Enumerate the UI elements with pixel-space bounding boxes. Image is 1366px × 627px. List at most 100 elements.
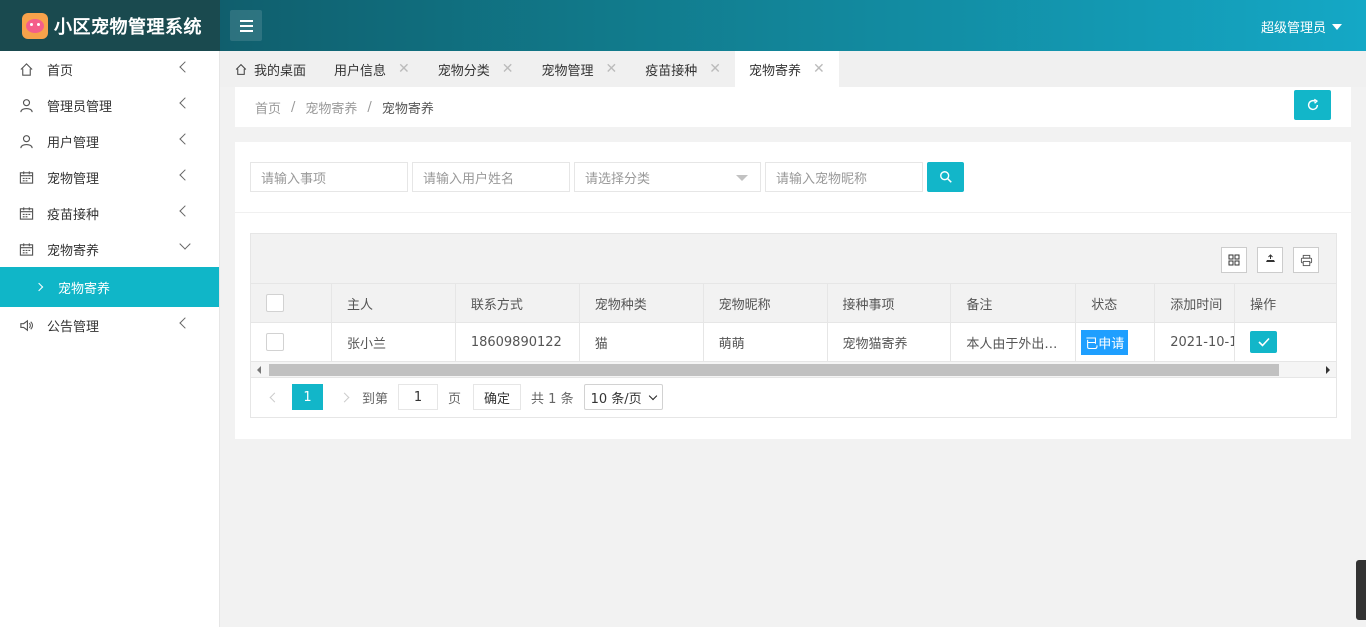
tab-pet-manage[interactable]: 宠物管理 ✕: [528, 51, 632, 87]
breadcrumb-separator: /: [367, 99, 372, 115]
sidebar-item-admin[interactable]: 管理员管理: [0, 87, 219, 123]
tab-label: 宠物分类: [437, 63, 490, 79]
side-widget[interactable]: [1356, 560, 1366, 620]
chevron-left-icon: [179, 61, 191, 73]
chevron-down-icon: [648, 391, 657, 400]
sidebar-item-boarding[interactable]: 宠物寄养: [0, 231, 219, 267]
header-item[interactable]: 接种事项: [828, 284, 952, 322]
pagination: 1 到第 1 页 确定 共 1 条 10 条/页: [251, 378, 1336, 416]
print-button[interactable]: [1293, 247, 1319, 273]
tab-desktop[interactable]: 我的桌面: [220, 51, 320, 87]
menu-toggle-button[interactable]: [230, 10, 262, 41]
cell-note: 本人由于外出…: [951, 323, 1077, 361]
page-size-select[interactable]: 10 条/页: [583, 384, 663, 410]
cell-phone: 18609890122: [456, 323, 580, 361]
cell-actions: [1235, 323, 1336, 361]
tab-pet-category[interactable]: 宠物分类 ✕: [424, 51, 528, 87]
header-status[interactable]: 状态: [1076, 284, 1156, 322]
tab-boarding[interactable]: 宠物寄养 ✕: [735, 51, 839, 87]
app-logo[interactable]: 小区宠物管理系统: [0, 0, 220, 51]
header-owner[interactable]: 主人: [332, 284, 456, 322]
calendar-icon: [19, 242, 34, 256]
dropdown-arrow-icon: [736, 175, 748, 181]
select-all-cell: [251, 284, 332, 322]
breadcrumb: 首页 / 宠物寄养 / 宠物寄养: [235, 87, 1351, 127]
refresh-icon: [1307, 98, 1318, 111]
prev-page-icon[interactable]: [269, 392, 280, 402]
app-title: 小区宠物管理系统: [54, 16, 202, 38]
breadcrumb-home[interactable]: 首页: [255, 98, 281, 117]
item-search-input[interactable]: 请输入事项: [250, 162, 408, 192]
header-time[interactable]: 添加时间: [1155, 284, 1236, 322]
username-search-input[interactable]: 请输入用户姓名: [412, 162, 570, 192]
sidebar-item-vaccine[interactable]: 疫苗接种: [0, 195, 219, 231]
tab-label: 宠物寄养: [749, 63, 802, 79]
category-select[interactable]: 请选择分类: [574, 162, 761, 192]
chevron-left-icon: [179, 205, 191, 217]
sidebar-item-label: 疫苗接种: [47, 207, 100, 223]
header-phone[interactable]: 联系方式: [456, 284, 580, 322]
sidebar-item-label: 宠物寄养: [47, 243, 100, 259]
cell-status: 已申请: [1076, 323, 1156, 361]
scroll-right-icon[interactable]: [1326, 366, 1330, 374]
header-note[interactable]: 备注: [951, 284, 1077, 322]
breadcrumb-parent[interactable]: 宠物寄养: [305, 98, 357, 117]
tab-label: 宠物管理: [541, 63, 594, 79]
petname-search-input[interactable]: 请输入宠物昵称: [765, 162, 923, 192]
top-header: 小区宠物管理系统 超级管理员: [0, 0, 1366, 51]
sidebar-item-users[interactable]: 用户管理: [0, 123, 219, 159]
next-page-icon[interactable]: [339, 392, 350, 402]
page-jump-input[interactable]: 1: [398, 384, 439, 410]
header-pet-type[interactable]: 宠物种类: [580, 284, 704, 322]
sidebar-item-home[interactable]: 首页: [0, 51, 219, 87]
close-icon[interactable]: ✕: [606, 61, 618, 77]
search-form: 请输入事项 请输入用户姓名 请选择分类 请输入宠物昵称: [250, 162, 964, 192]
user-menu[interactable]: 超级管理员: [1261, 17, 1342, 36]
sidebar-item-label: 管理员管理: [47, 99, 113, 115]
table-toolbar: [251, 234, 1336, 284]
cell-time: 2021-10-14: [1155, 323, 1236, 361]
search-button[interactable]: [927, 162, 964, 192]
calendar-icon: [19, 170, 34, 184]
select-all-checkbox[interactable]: [266, 294, 284, 312]
close-icon[interactable]: ✕: [398, 61, 410, 77]
cell-pet-type: 猫: [580, 323, 704, 361]
approve-button[interactable]: [1250, 331, 1278, 353]
close-icon[interactable]: ✕: [709, 61, 721, 77]
close-icon[interactable]: ✕: [502, 61, 514, 77]
speaker-icon: [20, 319, 33, 331]
home-icon: [20, 62, 33, 76]
sidebar-item-label: 首页: [47, 63, 74, 79]
sidebar-item-label: 宠物管理: [47, 171, 100, 187]
sidebar-item-notice[interactable]: 公告管理: [0, 307, 219, 343]
username-label: 超级管理员: [1260, 21, 1326, 36]
scroll-left-icon[interactable]: [257, 366, 261, 374]
row-select-cell: [251, 323, 332, 361]
breadcrumb-separator: /: [291, 99, 296, 115]
tab-label: 用户信息: [334, 63, 387, 79]
page-jump-confirm-button[interactable]: 确定: [473, 384, 522, 410]
goto-label: 到第: [362, 391, 389, 407]
columns-filter-button[interactable]: [1221, 247, 1247, 273]
page-number-current[interactable]: 1: [292, 384, 323, 410]
close-icon[interactable]: ✕: [813, 61, 825, 77]
row-checkbox[interactable]: [266, 333, 284, 351]
calendar-icon: [19, 206, 34, 220]
horizontal-scrollbar[interactable]: [251, 362, 1336, 378]
header-pet-nickname[interactable]: 宠物昵称: [704, 284, 828, 322]
tab-vaccine[interactable]: 疫苗接种 ✕: [631, 51, 735, 87]
refresh-button[interactable]: [1294, 90, 1331, 120]
content-card: 请输入事项 请输入用户姓名 请选择分类 请输入宠物昵称 主人 联系方式 宠物种类…: [235, 142, 1351, 439]
sidebar-subitem-boarding[interactable]: 宠物寄养: [0, 267, 219, 307]
chevron-left-icon: [179, 133, 191, 145]
tab-user-info[interactable]: 用户信息 ✕: [320, 51, 424, 87]
sidebar-item-pets[interactable]: 宠物管理: [0, 159, 219, 195]
export-button[interactable]: [1257, 247, 1283, 273]
tab-label: 我的桌面: [254, 63, 307, 79]
scroll-thumb[interactable]: [269, 364, 1279, 376]
user-icon: [20, 134, 33, 148]
print-icon: [1300, 254, 1312, 266]
table-header: 主人 联系方式 宠物种类 宠物昵称 接种事项 备注 状态 添加时间 操作: [251, 284, 1336, 323]
chevron-left-icon: [179, 97, 191, 109]
page-unit-label: 页: [448, 391, 462, 407]
